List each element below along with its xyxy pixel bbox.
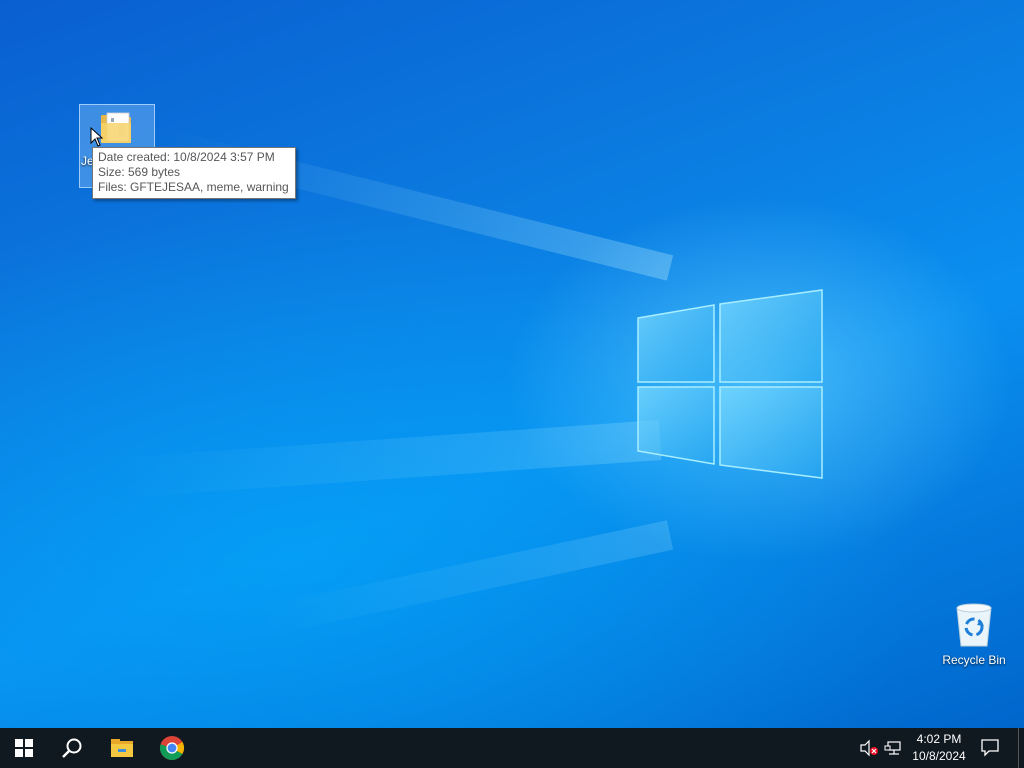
chrome-button[interactable]: [148, 728, 196, 768]
search-icon: [62, 738, 82, 758]
tooltip-files: Files: GFTEJESAA, meme, warning: [98, 180, 289, 194]
desktop-recycle-bin[interactable]: Recycle Bin: [936, 600, 1012, 667]
show-desktop-divider[interactable]: [1018, 728, 1019, 768]
recycle-bin-icon: [956, 603, 992, 647]
clock-time: 4:02 PM: [916, 732, 962, 746]
volume-muted-icon[interactable]: [858, 738, 882, 758]
mouse-cursor-icon: [90, 127, 104, 147]
tooltip-size: Size: 569 bytes: [98, 165, 181, 179]
chrome-icon: [160, 736, 185, 761]
folder-icon: [111, 739, 133, 757]
windows-logo-icon: [15, 739, 33, 757]
tooltip-date-created: Date created: 10/8/2024 3:57 PM: [98, 150, 275, 164]
light-beam: [256, 520, 674, 637]
network-icon[interactable]: [884, 738, 906, 758]
notification-icon[interactable]: [980, 737, 1002, 759]
clock-date: 10/8/2024: [912, 749, 966, 763]
folder-tooltip: Date created: 10/8/2024 3:57 PM Size: 56…: [92, 147, 296, 199]
recycle-bin-label: Recycle Bin: [942, 653, 1006, 667]
tray-clock[interactable]: 4:02 PM 10/8/2024: [906, 731, 972, 765]
file-explorer-button[interactable]: [98, 728, 146, 768]
windows-wallpaper-logo: [637, 289, 823, 479]
search-button[interactable]: [48, 728, 96, 768]
taskbar: 4:02 PM 10/8/2024: [0, 728, 1024, 768]
desktop[interactable]: Je Date created: 10/8/2024 3:57 PM Size:…: [0, 0, 1024, 728]
light-beam: [119, 420, 662, 498]
start-button[interactable]: [0, 728, 48, 768]
